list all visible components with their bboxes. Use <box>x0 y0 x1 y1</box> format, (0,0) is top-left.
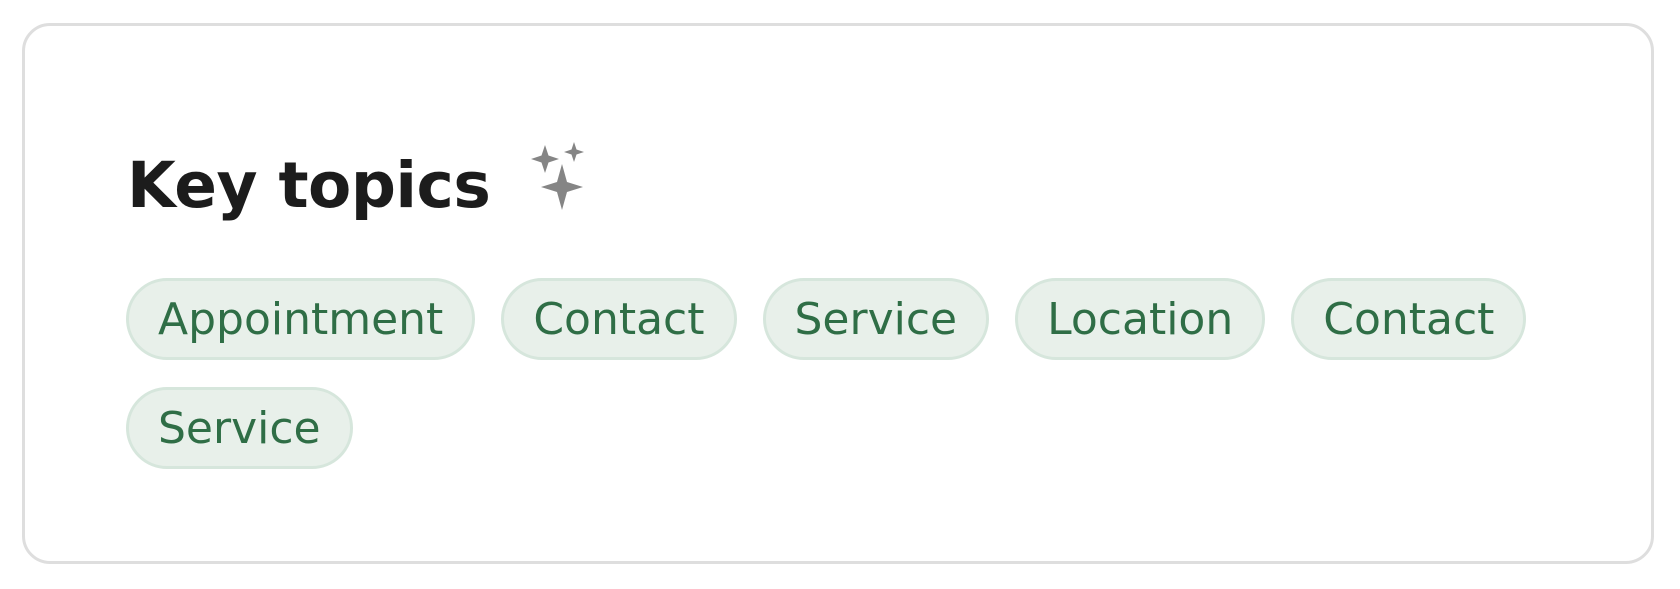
key-topics-card: Key topics Appointment Contact Service L… <box>22 23 1654 564</box>
topic-chip-list: Appointment Contact Service Location Con… <box>126 278 1566 469</box>
card-header: Key topics <box>127 130 594 240</box>
topic-chip[interactable]: Contact <box>1291 278 1527 360</box>
topic-chip[interactable]: Location <box>1015 278 1266 360</box>
topic-chip[interactable]: Appointment <box>126 278 476 360</box>
card-title: Key topics <box>127 148 491 222</box>
topic-chip[interactable]: Contact <box>501 278 737 360</box>
topic-chip[interactable]: Service <box>126 387 353 469</box>
topic-chip[interactable]: Service <box>762 278 990 360</box>
sparkle-icon <box>530 142 594 222</box>
